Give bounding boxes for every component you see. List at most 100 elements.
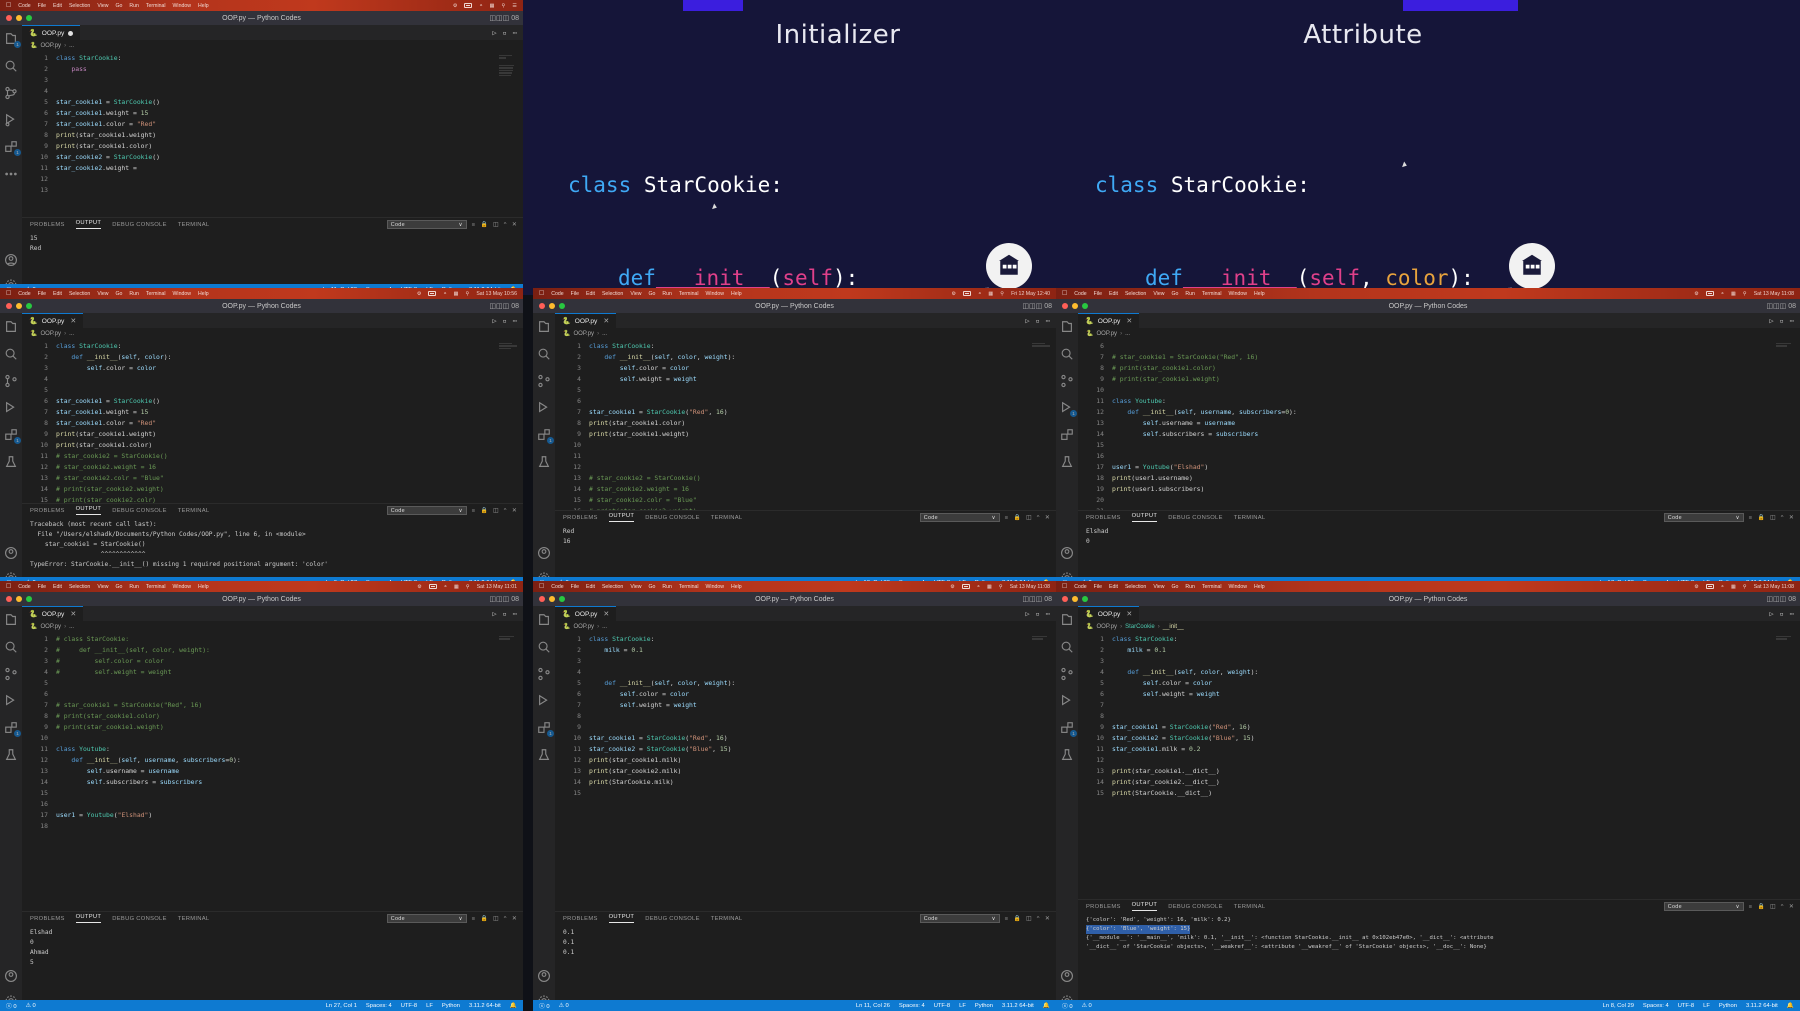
menu-run[interactable]: Run bbox=[129, 3, 139, 9]
breadcrumb-file[interactable]: OOP.py bbox=[1096, 624, 1117, 630]
window-lights[interactable] bbox=[0, 15, 32, 21]
search-icon[interactable] bbox=[1060, 346, 1074, 360]
activity-bar-7[interactable]: 1 bbox=[1056, 606, 1078, 1011]
testing-icon[interactable] bbox=[4, 454, 18, 468]
run-icon[interactable]: ▷ bbox=[492, 610, 496, 618]
error-count[interactable]: ⓧ 0 bbox=[1062, 1001, 1073, 1010]
tab-debug-console[interactable]: DEBUG CONSOLE bbox=[645, 916, 699, 922]
vscode-window-2[interactable]:  Code File Edit Selection View Go Run T… bbox=[0, 288, 523, 588]
tab-debug-console[interactable]: DEBUG CONSOLE bbox=[112, 916, 166, 922]
code-line[interactable]: 13 # star_cookie2 = StarCookie() bbox=[555, 473, 1056, 484]
output-channel-select[interactable]: Code ∨ bbox=[919, 513, 1000, 522]
menu-help[interactable]: Help bbox=[198, 291, 209, 297]
vscode-window-7[interactable]:  Code File Edit Selection View Go Run T… bbox=[1056, 581, 1800, 1011]
source-control-icon[interactable] bbox=[1060, 373, 1074, 388]
gear-icon[interactable]: ⚙ bbox=[417, 584, 422, 590]
menu-view[interactable]: View bbox=[97, 291, 108, 297]
apple-icon[interactable]:  bbox=[539, 583, 544, 590]
tab-debug-console[interactable]: DEBUG CONSOLE bbox=[645, 515, 699, 521]
code-line[interactable]: 5 bbox=[22, 385, 523, 396]
layout-controls[interactable]: ◫◫◫ 08 bbox=[489, 14, 519, 22]
extensions-icon[interactable]: 1 bbox=[4, 720, 21, 737]
code-line[interactable]: 9 print(star_cookie1.weight) bbox=[22, 429, 523, 440]
indentation[interactable]: Spaces: 4 bbox=[899, 1003, 925, 1009]
maximize-panel-icon[interactable]: ^ bbox=[1781, 515, 1784, 521]
code-line[interactable]: 6 star_cookie1 = StarCookie() bbox=[22, 396, 523, 407]
encoding[interactable]: UTF-8 bbox=[934, 1003, 950, 1009]
code-line[interactable]: 15 # print(star_cookie2.colr) bbox=[22, 495, 523, 503]
code-line[interactable]: 1 # class StarCookie: bbox=[22, 634, 523, 645]
code-line[interactable]: 15 print(StarCookie.__dict__) bbox=[1078, 788, 1800, 799]
maximize-panel-icon[interactable]: ^ bbox=[1781, 904, 1784, 910]
mac-menubar-6[interactable]:  Code File Edit Selection View Go Run T… bbox=[533, 581, 1056, 592]
breadcrumb-1[interactable]: 🐍 OOP.py › ... bbox=[22, 40, 523, 51]
code-line[interactable]: 10 star_cookie1 = StarCookie("Red", 16) bbox=[555, 733, 1056, 744]
menu-window[interactable]: Window bbox=[173, 584, 191, 590]
bottom-panel-6[interactable]: PROBLEMS OUTPUT DEBUG CONSOLE TERMINAL C… bbox=[555, 911, 1056, 1011]
run-debug-icon[interactable] bbox=[537, 400, 551, 414]
menu-edit[interactable]: Edit bbox=[53, 291, 62, 297]
run-icon[interactable]: ▷ bbox=[1025, 610, 1029, 618]
eol[interactable]: LF bbox=[426, 1003, 433, 1009]
language-mode[interactable]: Python bbox=[442, 1003, 460, 1009]
menu-file[interactable]: File bbox=[1094, 291, 1102, 297]
tab-problems[interactable]: PROBLEMS bbox=[563, 916, 598, 922]
python-version[interactable]: 3.11.2 64-bit bbox=[469, 1003, 501, 1009]
close-panel-icon[interactable]: ✕ bbox=[1789, 515, 1794, 521]
cursor-position[interactable]: Ln 11, Col 26 bbox=[856, 1003, 890, 1009]
gear-icon[interactable]: ⚙ bbox=[1694, 584, 1699, 590]
code-editor-7[interactable]: 1 class StarCookie: 2 milk = 0.1 3 4 def __i… bbox=[1078, 632, 1800, 899]
menu-view[interactable]: View bbox=[97, 3, 108, 9]
breadcrumb-file[interactable]: OOP.py bbox=[1096, 331, 1117, 337]
editor-actions-1[interactable]: ▷ ▫ ⋯ bbox=[492, 25, 523, 40]
code-line[interactable]: 12 bbox=[1078, 755, 1800, 766]
minimap-4[interactable] bbox=[1776, 343, 1798, 348]
code-line[interactable]: 2 # def __init__(self, color, weight): bbox=[22, 645, 523, 656]
tab-output[interactable]: OUTPUT bbox=[608, 914, 635, 923]
more-icon[interactable]: ⋯ bbox=[1790, 317, 1794, 325]
code-editor-4[interactable]: 6 7 # star_cookie1 = StarCookie("Red", 16)… bbox=[1078, 339, 1800, 510]
code-line[interactable]: 13 print(star_cookie1.__dict__) bbox=[1078, 766, 1800, 777]
code-line[interactable]: 7 # star_cookie1 = StarCookie("Red", 16) bbox=[22, 700, 523, 711]
menu-edit[interactable]: Edit bbox=[1109, 584, 1118, 590]
editor-tabs-4[interactable]: 🐍 OOP.py ✕ ▷ ▫ ⋯ bbox=[1078, 313, 1800, 328]
close-icon[interactable]: ✕ bbox=[603, 317, 609, 325]
menu-window[interactable]: Window bbox=[173, 291, 191, 297]
titlebar-7[interactable]: OOP.py — Python Codes ◫◫◫ 08 bbox=[1056, 592, 1800, 606]
code-line[interactable]: 13 self.username = username bbox=[22, 766, 523, 777]
testing-icon[interactable] bbox=[537, 747, 551, 761]
minimap-2[interactable] bbox=[499, 343, 521, 350]
code-line[interactable]: 11 star_cookie2 = StarCookie("Blue", 15) bbox=[555, 744, 1056, 755]
code-line[interactable]: 15 # star_cookie2.colr = "Blue" bbox=[555, 495, 1056, 506]
tab-terminal[interactable]: TERMINAL bbox=[711, 916, 743, 922]
source-control-icon[interactable] bbox=[1060, 666, 1074, 681]
code-line[interactable]: 2 pass bbox=[22, 64, 523, 75]
panel-actions-4[interactable]: Code ∨ ≡ 🔒 ◫ ^ ✕ bbox=[1663, 513, 1800, 522]
more-icon[interactable]: ⋯ bbox=[1790, 610, 1794, 618]
tab-problems[interactable]: PROBLEMS bbox=[30, 916, 65, 922]
code-line[interactable]: 6 bbox=[555, 396, 1056, 407]
mac-menubar-5[interactable]:  Code File Edit Selection View Go Run T… bbox=[0, 581, 523, 592]
menu-window[interactable]: Window bbox=[173, 3, 191, 9]
menu-selection[interactable]: Selection bbox=[1125, 584, 1146, 590]
clear-output-icon[interactable]: ≡ bbox=[472, 508, 476, 514]
code-line[interactable]: 6 bbox=[1078, 341, 1800, 352]
close-icon[interactable]: ✕ bbox=[1126, 610, 1132, 618]
breadcrumb-6[interactable]: 🐍 OOP.py › ... bbox=[555, 621, 1056, 632]
split-panel-icon[interactable]: ◫ bbox=[493, 508, 499, 514]
tab-terminal[interactable]: TERMINAL bbox=[178, 222, 210, 228]
warning-count[interactable]: ⚠ 0 bbox=[559, 1003, 569, 1009]
close-panel-icon[interactable]: ✕ bbox=[1789, 904, 1794, 910]
menu-help[interactable]: Help bbox=[1254, 584, 1265, 590]
editor-actions-2[interactable]: ▷ ▫ ⋯ bbox=[492, 313, 523, 328]
menu-run[interactable]: Run bbox=[662, 291, 672, 297]
editor-actions-6[interactable]: ▷ ▫ ⋯ bbox=[1025, 606, 1056, 621]
menu-view[interactable]: View bbox=[630, 584, 641, 590]
code-line[interactable]: 3 bbox=[555, 656, 1056, 667]
run-debug-icon[interactable]: 1 bbox=[1060, 400, 1077, 417]
run-icon[interactable]: ▷ bbox=[1769, 317, 1773, 325]
menu-edit[interactable]: Edit bbox=[53, 584, 62, 590]
code-line[interactable]: 8 bbox=[1078, 711, 1800, 722]
editor-tabs-1[interactable]: 🐍 OOP.py ▷ ▫ ⋯ bbox=[22, 25, 523, 40]
code-line[interactable]: 7 # star_cookie1 = StarCookie("Red", 16) bbox=[1078, 352, 1800, 363]
